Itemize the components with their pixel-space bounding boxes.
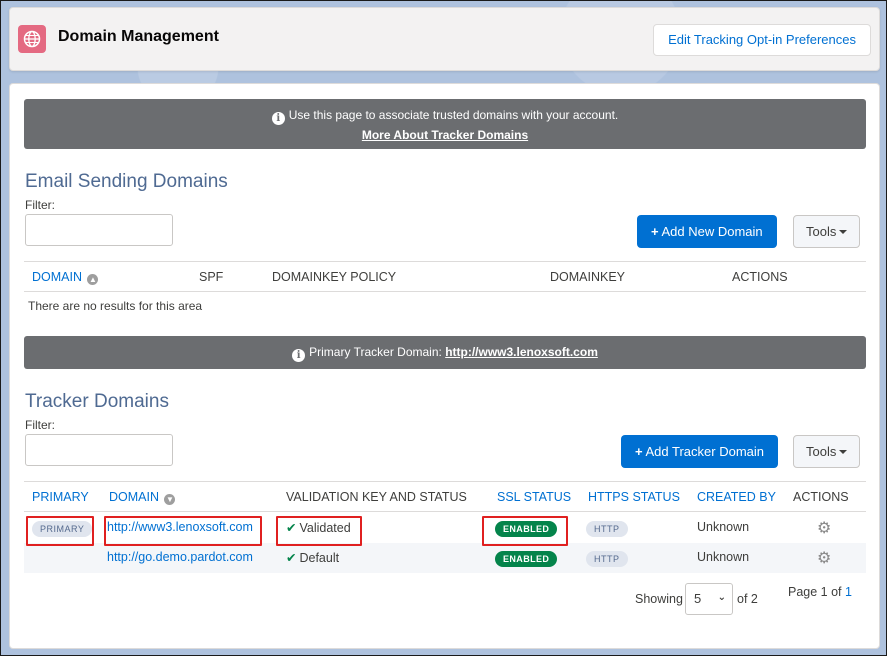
info-banner: i Use this page to associate trusted doma… xyxy=(24,99,866,149)
tracker-tools-button[interactable]: Tools xyxy=(793,435,861,468)
email-tools-button[interactable]: Tools xyxy=(793,215,861,248)
chevron-down-icon: ⌄ xyxy=(717,592,726,603)
add-new-domain-label: Add New Domain xyxy=(661,224,763,239)
https-status-badge: HTTP xyxy=(586,521,628,537)
sort-up-icon: ▲ xyxy=(87,274,99,285)
created-by: Unknown xyxy=(697,520,750,534)
pager-total-label: of 2 xyxy=(737,592,758,606)
plus-icon: + xyxy=(651,224,659,239)
email-col-spf: SPF xyxy=(199,270,224,284)
tracker-col-primary[interactable]: PRIMARY xyxy=(32,490,89,504)
email-tools-label: Tools xyxy=(806,224,837,239)
email-col-domainkey-policy: DOMAINKEY POLICY xyxy=(272,270,397,284)
email-filter-input[interactable] xyxy=(25,214,173,246)
gear-icon[interactable]: ⚙ xyxy=(817,548,831,568)
add-tracker-domain-label: Add Tracker Domain xyxy=(645,444,765,459)
gear-icon[interactable]: ⚙ xyxy=(817,518,831,538)
empty-results-text: There are no results for this area xyxy=(28,299,203,313)
validation-status-label: Default xyxy=(299,551,340,565)
highlight-box xyxy=(104,516,262,546)
checkmark-icon: ✔ xyxy=(286,551,297,565)
main-card: i Use this page to associate trusted doma… xyxy=(9,83,880,649)
tracker-domains-link[interactable]: More About Tracker Domains xyxy=(362,128,528,142)
primary-tracker-link[interactable]: http://www3.lenoxsoft.com xyxy=(445,345,598,359)
caret-down-icon xyxy=(839,230,848,234)
tracker-col-created-by[interactable]: CREATED BY xyxy=(697,490,776,504)
info-banner-text: Use this page to associate trusted domai… xyxy=(288,108,619,122)
globe-icon xyxy=(18,25,46,53)
primary-tracker-banner: i Primary Tracker Domain: http://www3.len… xyxy=(24,336,866,369)
email-col-actions: ACTIONS xyxy=(732,270,788,284)
edit-tracking-optin-button[interactable]: Edit Tracking Opt-in Preferences xyxy=(653,24,871,56)
email-col-domain[interactable]: DOMAIN ▲ xyxy=(32,270,99,285)
pager-showing-label: Showing xyxy=(635,592,683,606)
tracker-col-ssl[interactable]: SSL STATUS xyxy=(497,490,571,504)
tracker-table-header: PRIMARY DOMAIN ▼ VALIDATION KEY AND STAT… xyxy=(24,481,866,512)
email-table-header: DOMAIN ▲ SPF DOMAINKEY POLICY DOMAINKEY … xyxy=(24,261,866,292)
email-col-domainkey: DOMAINKEY xyxy=(550,270,626,284)
tracker-filter-label: Filter: xyxy=(25,418,55,432)
primary-tracker-text: Primary Tracker Domain: xyxy=(309,345,442,359)
created-by: Unknown xyxy=(697,550,750,564)
page-title: Domain Management xyxy=(58,28,219,45)
email-col-domain-label: DOMAIN xyxy=(32,270,82,284)
tracker-col-domain[interactable]: DOMAIN ▼ xyxy=(109,490,176,505)
table-row: http://go.demo.pardot.com ✔ Default ENABL… xyxy=(24,543,866,573)
tracker-col-validation: VALIDATION KEY AND STATUS xyxy=(286,490,467,504)
per-page-select[interactable]: 5 ⌄ xyxy=(685,583,733,615)
email-section-title: Email Sending Domains xyxy=(25,171,228,192)
tracker-domain-link[interactable]: http://go.demo.pardot.com xyxy=(107,550,253,564)
tracker-col-https[interactable]: HTTPS STATUS xyxy=(588,490,680,504)
add-new-domain-button[interactable]: + Add New Domain xyxy=(637,215,777,248)
tracker-col-domain-label: DOMAIN xyxy=(109,490,159,504)
https-status-badge: HTTP xyxy=(586,551,628,567)
page-total-link[interactable]: 1 xyxy=(845,585,852,599)
info-icon: i xyxy=(271,112,285,125)
caret-down-icon xyxy=(839,450,848,454)
tracker-filter-input[interactable] xyxy=(25,434,173,466)
page-indicator: Page 1 of 1 xyxy=(788,585,852,599)
tracker-tools-label: Tools xyxy=(806,444,837,459)
plus-icon: + xyxy=(635,444,643,459)
highlight-box xyxy=(26,516,94,546)
validation-status: ✔ Default xyxy=(286,550,339,565)
add-tracker-domain-button[interactable]: + Add Tracker Domain xyxy=(621,435,778,468)
sort-down-icon: ▼ xyxy=(164,494,176,505)
email-filter-label: Filter: xyxy=(25,198,55,212)
tracker-section-title: Tracker Domains xyxy=(25,391,169,412)
ssl-status-badge: ENABLED xyxy=(495,551,558,567)
tracker-col-actions: ACTIONS xyxy=(793,490,849,504)
highlight-box xyxy=(276,516,362,546)
page-label: Page 1 of xyxy=(788,585,842,599)
per-page-value: 5 xyxy=(694,591,702,606)
page-header: Domain Management Edit Tracking Opt-in P… xyxy=(9,7,880,71)
info-icon: i xyxy=(292,349,306,362)
highlight-box xyxy=(482,516,568,546)
